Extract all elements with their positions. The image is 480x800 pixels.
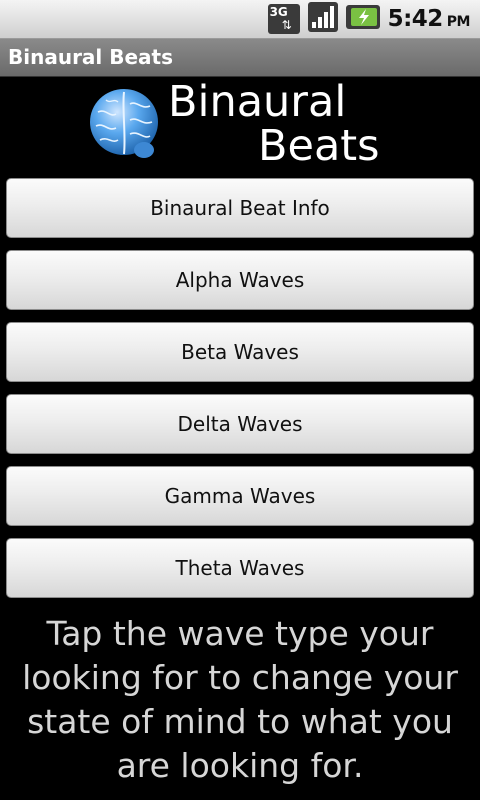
wave-menu: Binaural Beat Info Alpha Waves Beta Wave… — [6, 178, 474, 610]
status-icons: 3G ⇅ 5:42 PM — [267, 0, 471, 38]
signal-strength-icon — [307, 2, 338, 36]
app-title: Binaural Beats — [8, 45, 174, 69]
binaural-beat-info-button[interactable]: Binaural Beat Info — [6, 178, 474, 238]
network-3g-icon: 3G ⇅ — [267, 4, 300, 34]
header-title-line1: Binaural — [168, 77, 347, 127]
network-label: 3G — [269, 5, 288, 19]
delta-waves-button[interactable]: Delta Waves — [6, 394, 474, 454]
beta-waves-button[interactable]: Beta Waves — [6, 322, 474, 382]
theta-waves-button[interactable]: Theta Waves — [6, 538, 474, 598]
status-bar: 3G ⇅ 5:42 PM — [0, 0, 480, 39]
battery-charging-icon — [345, 4, 380, 34]
data-arrows-icon: ⇅ — [281, 18, 292, 32]
gamma-waves-button[interactable]: Gamma Waves — [6, 466, 474, 526]
header-title-line2: Beats — [258, 121, 380, 171]
instructions-text: Tap the wave type your looking for to ch… — [22, 614, 458, 785]
app-title-bar: Binaural Beats — [0, 39, 480, 77]
alpha-waves-button[interactable]: Alpha Waves — [6, 250, 474, 310]
time-ampm: PM — [446, 14, 471, 30]
status-time: 5:42 PM — [387, 6, 471, 32]
brain-icon — [86, 84, 162, 162]
time-value: 5:42 — [387, 6, 444, 32]
